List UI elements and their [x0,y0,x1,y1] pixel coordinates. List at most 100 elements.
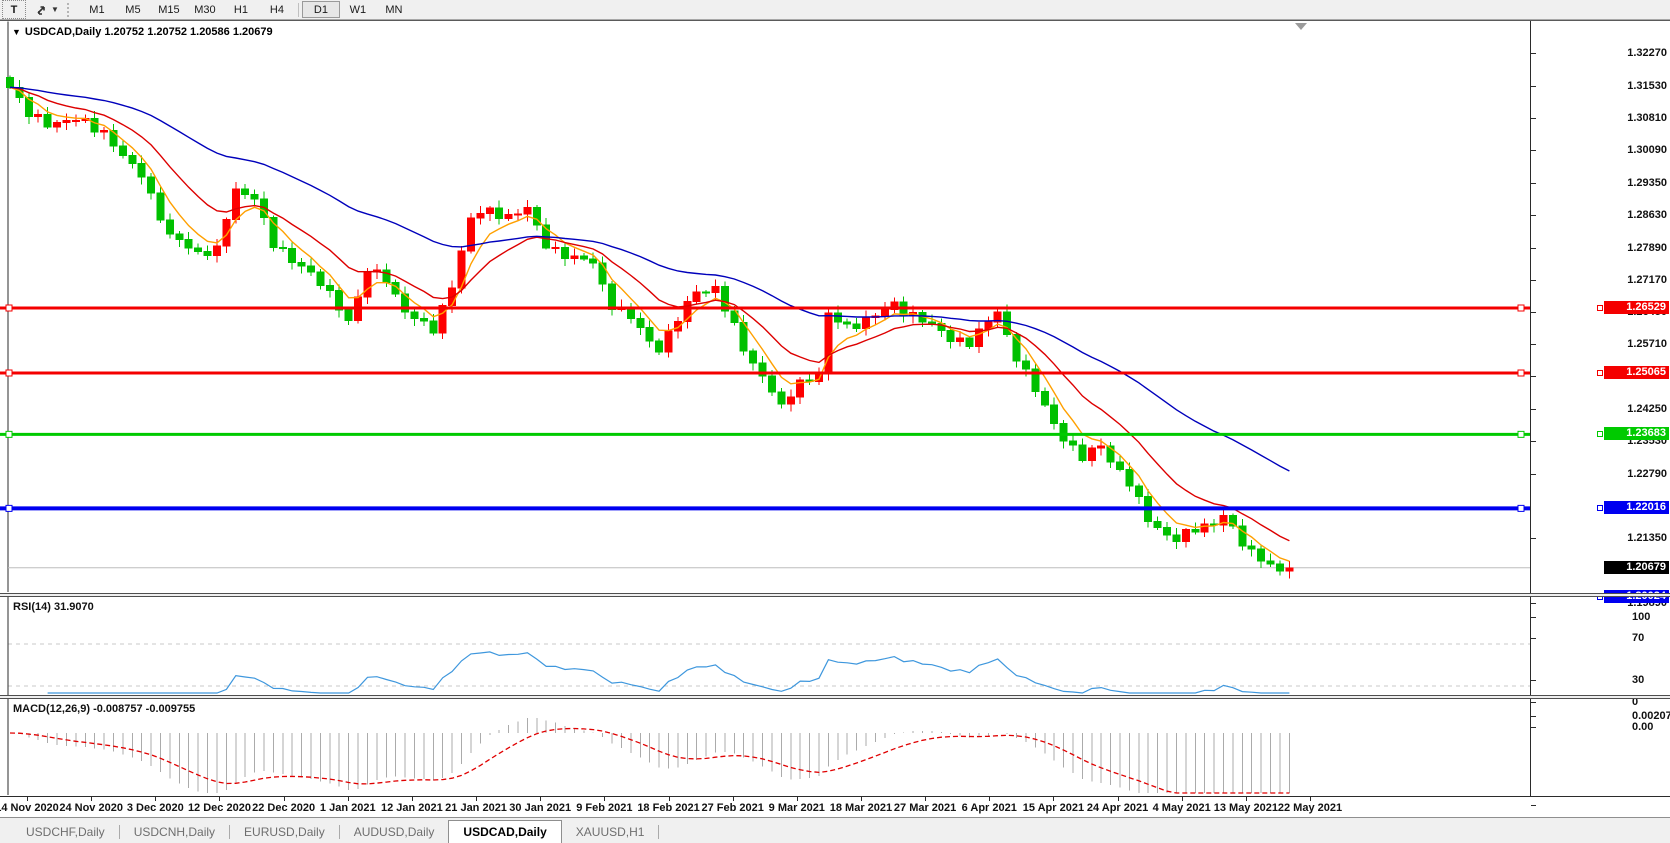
indicator-axis-tick: 0.00 [1632,721,1654,733]
ma-line-medium [9,86,1290,542]
axis-tick-mark [1531,680,1536,681]
tab-eurusd-daily[interactable]: EURUSD,Daily [230,822,339,843]
price-axis-tick: 1.21350 [1627,531,1667,544]
tab-xauusd-h1[interactable]: XAUUSD,H1 [562,822,659,843]
date-axis-label: 9 Mar 2021 [768,802,825,814]
date-axis-label: 1 Jan 2021 [319,802,376,814]
label-connector-square [1597,305,1603,311]
price-axis-tick: 1.24250 [1627,403,1667,416]
indicator-axis-tick: 30 [1632,674,1645,686]
date-tick-mark [1053,797,1055,801]
timeframe-button-w1[interactable]: W1 [340,1,376,18]
date-tick-mark [283,797,285,801]
tab-usdcad-daily[interactable]: USDCAD,Daily [448,820,562,843]
panel-splitter[interactable] [0,593,1670,597]
timeframe-button-h1[interactable]: H1 [223,1,259,18]
timeframe-button-m5[interactable]: M5 [115,1,151,18]
price-axis[interactable]: 1.32270 1.31530 1.30810 1.30090 1.29350 1.286… [1530,21,1670,811]
rsi-label: RSI(14) 31.9070 [13,601,94,613]
tab-audusd-daily[interactable]: AUDUSD,Daily [340,822,449,843]
chart-area[interactable]: ▼ USDCAD,Daily 1.20752 1.20752 1.20586 1.… [0,20,1670,819]
axis-tick-mark [1531,376,1536,378]
date-tick-mark [347,797,349,801]
chart-shift-marker[interactable] [1295,23,1307,30]
date-axis-label: 13 May 2021 [1213,802,1278,814]
level-price-tag: 1.23683 [1597,427,1669,441]
timeframe-button-mn[interactable]: MN [376,1,412,18]
price-axis-tick: 1.27890 [1627,241,1667,254]
current-price-tag: 1.20679 [1604,560,1669,574]
arrow-tool-button[interactable]: ▼ [32,1,62,18]
label-connector-square [1597,370,1603,376]
price-axis-tick: 1.25710 [1627,338,1667,351]
level-price-tag: 1.22016 [1597,501,1669,515]
macd-histogram [18,717,1290,793]
date-tick-mark [91,797,93,801]
axis-tick-mark [1531,727,1536,728]
timeframe-button-m30[interactable]: M30 [187,1,223,18]
timeframe-button-d1[interactable]: D1 [301,1,340,18]
level-price-tag: 1.25065 [1597,366,1669,379]
price-axis-tick: 1.31530 [1627,79,1667,92]
toolbar-separator [297,2,299,17]
price-axis-tick: 1.22790 [1627,468,1667,480]
axis-tick-mark [1531,474,1536,475]
date-tick-mark [860,797,862,801]
date-tick-mark [155,797,157,801]
price-axis-tick: 1.28630 [1627,208,1667,221]
date-tick-mark [668,797,670,801]
label-connector-square [1597,431,1603,438]
level-lines [0,304,1530,512]
date-axis-label: 4 May 2021 [1152,802,1211,814]
date-axis-label: 27 Feb 2021 [701,802,764,814]
date-axis-label: 21 Jan 2021 [445,802,507,814]
price-axis-tick: 1.29350 [1627,176,1667,189]
candlesticks [6,75,1294,579]
symbol-dropdown-icon[interactable]: ▼ [12,27,21,37]
price-axis-tick: 1.32270 [1627,47,1667,60]
toolbar-grip [66,2,74,17]
price-axis-tick: 1.30810 [1627,111,1667,124]
date-axis-label: 22 Dec 2020 [252,802,316,814]
date-tick-mark [989,797,991,801]
panel-splitter[interactable] [0,695,1670,699]
date-axis-label: 18 Feb 2021 [637,802,700,814]
label-connector-square [1597,505,1603,512]
date-tick-mark [604,797,606,801]
timeframe-button-m1[interactable]: M1 [79,1,115,18]
tab-usdchf-daily[interactable]: USDCHF,Daily [12,822,119,843]
text-tool-button[interactable]: T [2,0,26,19]
axis-tick-mark [1531,617,1536,618]
rsi-line [47,651,1290,694]
date-axis-label: 12 Jan 2021 [381,802,443,814]
tab-usdcnh-daily[interactable]: USDCNH,Daily [120,822,229,843]
date-tick-mark [219,797,221,801]
axis-tick-mark [1531,409,1536,411]
date-tick-mark [540,797,542,801]
price-chart-canvas[interactable] [0,21,1530,593]
timeframe-button-h4[interactable]: H4 [259,1,295,18]
date-axis-label: 6 Apr 2021 [961,802,1017,814]
axis-tick-mark [1531,716,1536,717]
axis-tick-mark [1531,247,1536,249]
macd-label: MACD(12,26,9) -0.008757 -0.009755 [13,703,196,715]
axis-tick-mark [1531,702,1536,703]
axis-tick-mark [1531,279,1536,281]
date-tick-mark [411,797,413,801]
price-axis-tick: 1.27170 [1627,273,1667,286]
timeframe-buttons: M1 M5 M15 M30 H1 H4 D1 W1 MN [79,1,412,18]
rsi-panel-canvas[interactable] [0,597,1530,695]
axis-tick-mark [1531,441,1536,443]
axis-tick-mark [1531,344,1536,346]
level-price-tag: 1.26529 [1597,301,1669,314]
date-tick-mark [1117,797,1119,801]
date-axis-label: 22 May 2021 [1277,802,1343,814]
axis-tick-mark [1531,537,1536,539]
date-axis[interactable]: 14 Nov 2020 24 Nov 2020 3 Dec 2020 12 Dec 2… [0,796,1670,819]
timeframe-button-m15[interactable]: M15 [151,1,187,18]
date-tick-mark [27,797,28,801]
axis-tick-mark [1531,85,1536,87]
axis-tick-mark [1531,214,1536,216]
date-tick-mark [925,797,927,801]
macd-panel-canvas[interactable] [0,699,1530,795]
